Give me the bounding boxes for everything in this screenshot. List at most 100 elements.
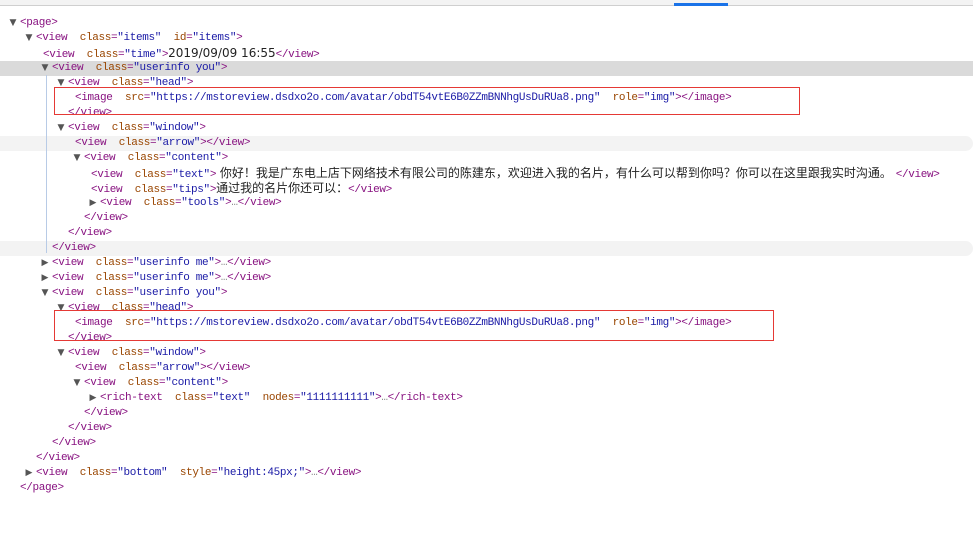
- node-markup: <view class="userinfo me">…</view>: [52, 271, 271, 286]
- expand-triangle-right-icon[interactable]: ▶: [40, 256, 50, 271]
- attribute-name: style: [167, 467, 212, 479]
- tag-token: <view: [91, 169, 129, 181]
- tag-token: <view: [36, 467, 74, 479]
- dom-node-row[interactable]: </view>: [0, 406, 973, 421]
- expand-triangle-down-icon[interactable]: ▼: [56, 346, 66, 361]
- text-content: 通过我的名片你还可以：: [216, 181, 349, 195]
- node-markup: <view class="items" id="items">: [36, 31, 243, 46]
- tag-token: >: [220, 287, 228, 299]
- tag-token: <view: [43, 49, 81, 61]
- node-markup: </view>: [52, 436, 96, 451]
- tag-token: >: [220, 62, 228, 74]
- dom-node-row[interactable]: </view>: [0, 421, 973, 436]
- node-markup: <view class="content">: [84, 376, 228, 391]
- tag-token: <view: [52, 62, 90, 74]
- attribute-value: "arrow": [156, 362, 201, 374]
- dom-node-row[interactable]: <view class="tips">通过我的名片你还可以：</view>: [0, 181, 973, 196]
- attribute-name: class: [121, 152, 160, 164]
- tag-token: </view>: [52, 437, 96, 449]
- tag-token: </page>: [20, 482, 64, 494]
- dom-node-row[interactable]: </page>: [0, 481, 973, 496]
- dom-node-row[interactable]: ▶ <view class="tools">…</view>: [0, 196, 973, 211]
- dom-node-row[interactable]: ▼ <view class="content">: [0, 151, 973, 166]
- tag-token: <view: [100, 197, 138, 209]
- tag-token: <view: [75, 137, 113, 149]
- dom-node-row[interactable]: <view class="time">2019/09/09 16:55</vie…: [0, 46, 973, 61]
- dom-node-row[interactable]: ▼ <view class="items" id="items">: [0, 31, 973, 46]
- expand-triangle-down-icon[interactable]: ▼: [72, 151, 82, 166]
- dom-node-row[interactable]: ▼ <view class="userinfo you">: [0, 61, 973, 76]
- expand-triangle-right-icon[interactable]: ▶: [40, 271, 50, 286]
- dom-node-row[interactable]: ▼ <view class="window">: [0, 346, 973, 361]
- dom-node-row[interactable]: ▼ <page>: [0, 16, 973, 31]
- attribute-name: class: [73, 467, 112, 479]
- dom-node-row[interactable]: <view class="text"> 你好！我是广东电上店下网络技术有限公司的…: [0, 166, 973, 181]
- expand-triangle-down-icon[interactable]: ▼: [72, 376, 82, 391]
- dom-node-row[interactable]: <view class="arrow"></view>: [0, 136, 973, 151]
- tag-token: <view: [84, 152, 122, 164]
- tag-token: </view>: [895, 169, 940, 181]
- node-markup: <view class="arrow"></view>: [75, 361, 250, 376]
- expand-triangle-right-icon[interactable]: ▶: [88, 196, 98, 211]
- dom-node-row[interactable]: </view>: [0, 436, 973, 451]
- attribute-value: "userinfo you": [133, 287, 221, 299]
- attribute-name: class: [89, 272, 128, 284]
- node-markup: <view class="bottom" style="height:45px;…: [36, 466, 362, 481]
- attribute-value: "window": [149, 347, 200, 359]
- tag-token: <rich-text: [100, 392, 169, 404]
- dom-node-row[interactable]: ▶ <view class="userinfo me">…</view>: [0, 271, 973, 286]
- dom-node-row[interactable]: ▼ <view class="content">: [0, 376, 973, 391]
- tag-token: </view>: [227, 272, 271, 284]
- attribute-name: class: [80, 49, 119, 61]
- tag-token: <view: [84, 377, 122, 389]
- tag-token: </view>: [68, 422, 112, 434]
- node-markup: <view class="window">: [68, 121, 206, 136]
- attribute-name: nodes: [250, 392, 295, 404]
- attribute-name: class: [137, 197, 176, 209]
- dom-node-row[interactable]: </view>: [0, 451, 973, 466]
- dom-node-row[interactable]: ▼ <view class="window">: [0, 121, 973, 136]
- tag-token: >: [236, 32, 243, 44]
- dom-node-row[interactable]: ▼ <view class="userinfo you">: [0, 286, 973, 301]
- expand-triangle-down-icon[interactable]: ▼: [40, 61, 50, 76]
- selection-guide-line: [46, 75, 47, 253]
- dom-node-row[interactable]: <view class="arrow"></view>: [0, 361, 973, 376]
- tag-token: <view: [52, 287, 90, 299]
- dom-node-row[interactable]: ▶ <view class="userinfo me">…</view>: [0, 256, 973, 271]
- node-markup: <rich-text class="text" nodes="111111111…: [100, 391, 463, 406]
- tag-token: </view>: [36, 452, 80, 464]
- attribute-value: "userinfo me": [133, 272, 215, 284]
- expand-triangle-down-icon[interactable]: ▼: [24, 31, 34, 46]
- expand-triangle-right-icon[interactable]: ▶: [88, 391, 98, 406]
- tag-token: <view: [91, 184, 129, 196]
- dom-node-row[interactable]: ▶ <view class="bottom" style="height:45px…: [0, 466, 973, 481]
- attribute-value: "text": [172, 169, 210, 181]
- attribute-name: id: [161, 32, 187, 44]
- attribute-name: class: [128, 184, 167, 196]
- attribute-value: "1111111111": [300, 392, 376, 404]
- node-markup: <view class="content">: [84, 151, 228, 166]
- dom-node-row[interactable]: </view>: [0, 211, 973, 226]
- expand-triangle-down-icon[interactable]: ▼: [40, 286, 50, 301]
- highlight-box-avatar-image-1: [54, 87, 800, 115]
- attribute-name: class: [112, 137, 151, 149]
- expand-triangle-right-icon[interactable]: ▶: [24, 466, 34, 481]
- dom-node-row[interactable]: </view>: [0, 226, 973, 241]
- text-content: 你好！我是广东电上店下网络技术有限公司的陈建东，欢迎进入我的名片，有什么可以帮到…: [216, 166, 896, 180]
- attribute-name: class: [89, 257, 128, 269]
- tag-token: <view: [52, 257, 90, 269]
- dom-node-row[interactable]: ▶ <rich-text class="text" nodes="11111111…: [0, 391, 973, 406]
- attribute-value: "userinfo you": [133, 62, 221, 74]
- dom-node-row[interactable]: </view>: [0, 241, 973, 256]
- tag-token: <view: [36, 32, 74, 44]
- active-tab-indicator[interactable]: [674, 3, 728, 6]
- tag-token: <view: [52, 272, 90, 284]
- attribute-value: "tips": [172, 184, 210, 196]
- expand-triangle-down-icon[interactable]: ▼: [8, 16, 18, 31]
- tag-token: </rich-text>: [387, 392, 463, 404]
- expand-triangle-down-icon[interactable]: ▼: [56, 121, 66, 136]
- attribute-name: class: [89, 287, 128, 299]
- highlight-box-avatar-image-2: [54, 310, 774, 341]
- tag-token: <view: [75, 362, 113, 374]
- node-markup: </view>: [68, 421, 112, 436]
